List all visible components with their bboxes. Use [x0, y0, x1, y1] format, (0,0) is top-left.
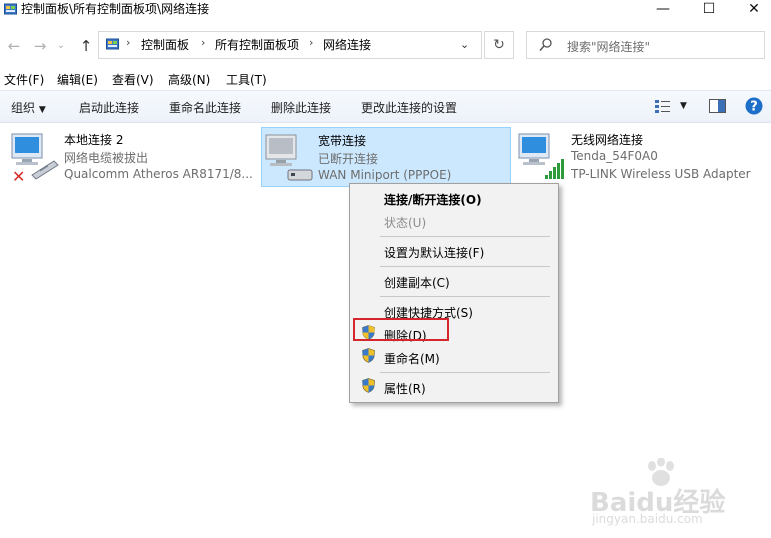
- breadcrumb-separator-icon[interactable]: ›: [309, 36, 313, 49]
- view-options-icon[interactable]: [655, 99, 671, 113]
- wired-network-icon: ✕: [11, 133, 59, 183]
- refresh-button[interactable]: ↻: [484, 31, 514, 59]
- up-arrow-icon[interactable]: ↑: [75, 35, 97, 57]
- menu-bar: 文件(F) 编辑(E) 查看(V) 高级(N) 工具(T): [0, 69, 771, 89]
- breadcrumb-all-items[interactable]: 所有控制面板项: [215, 38, 299, 52]
- organize-label: 组织: [11, 101, 36, 115]
- menu-edit[interactable]: 编辑(E): [57, 71, 98, 88]
- menu-advanced[interactable]: 高级(N): [168, 71, 210, 88]
- svg-text:✕: ✕: [12, 167, 25, 183]
- breadcrumb-separator-icon[interactable]: ›: [126, 36, 130, 49]
- connection-name: 宽带连接: [318, 134, 367, 148]
- search-icon: [539, 38, 552, 51]
- menu-separator: [380, 236, 550, 237]
- rename-connection-button[interactable]: 重命名此连接: [169, 99, 241, 116]
- view-dropdown-arrow-icon[interactable]: ▼: [680, 101, 687, 111]
- uac-shield-icon: [362, 348, 375, 363]
- change-connection-settings-button[interactable]: 更改此连接的设置: [361, 99, 457, 116]
- organize-button[interactable]: 组织 ▼: [11, 99, 46, 116]
- command-bar: 组织 ▼ 启动此连接 重命名此连接 删除此连接 更改此连接的设置 ▼ ?: [0, 90, 771, 123]
- menu-item-create-copy[interactable]: 创建副本(C): [384, 274, 450, 291]
- search-input[interactable]: 搜索"网络连接": [526, 31, 765, 59]
- context-menu: 连接/断开连接(O) 状态(U) 设置为默认连接(F) 创建副本(C) 创建快捷…: [349, 183, 559, 403]
- connection-name: 无线网络连接: [571, 133, 644, 147]
- search-placeholder: 搜索"网络连接": [567, 40, 651, 54]
- window-title: 控制面板\所有控制面板项\网络连接: [21, 2, 210, 16]
- recent-locations-chevron-icon[interactable]: ⌄: [54, 35, 68, 57]
- menu-tools[interactable]: 工具(T): [226, 71, 267, 88]
- menu-item-set-default[interactable]: 设置为默认连接(F): [384, 244, 484, 261]
- breadcrumb-control-panel[interactable]: 控制面板: [141, 38, 189, 52]
- svg-text:?: ?: [750, 100, 758, 115]
- control-panel-icon: [106, 38, 119, 50]
- address-box[interactable]: › 控制面板 › 所有控制面板项 › 网络连接: [98, 31, 482, 59]
- wireless-network-icon: [518, 133, 564, 179]
- menu-file[interactable]: 文件(F): [4, 71, 44, 88]
- dropdown-arrow-icon: ▼: [38, 105, 46, 115]
- menu-item-status[interactable]: 状态(U): [384, 214, 426, 231]
- watermark-url: jingyan.baidu.com: [592, 512, 703, 526]
- menu-item-properties[interactable]: 属性(R): [384, 380, 426, 397]
- maximize-button[interactable]: ☐: [686, 0, 732, 20]
- menu-view[interactable]: 查看(V): [112, 71, 154, 88]
- minimize-button[interactable]: —: [640, 0, 686, 20]
- connection-status: Tenda_54F0A0: [571, 149, 658, 163]
- control-panel-icon: [4, 3, 17, 15]
- help-icon[interactable]: ?: [745, 97, 763, 115]
- highlight-box: [353, 318, 449, 341]
- forward-arrow-icon[interactable]: →: [29, 35, 51, 57]
- connection-item-broadband[interactable]: 宽带连接 已断开连接 WAN Miniport (PPPOE): [261, 127, 511, 187]
- breadcrumb-separator-icon[interactable]: ›: [201, 36, 205, 49]
- connection-item-wireless[interactable]: 无线网络连接 Tenda_54F0A0 TP-LINK Wireless USB…: [515, 127, 767, 187]
- menu-separator: [380, 296, 550, 297]
- breadcrumb-network-connections[interactable]: 网络连接: [323, 38, 371, 52]
- menu-item-rename[interactable]: 重命名(M): [384, 350, 440, 367]
- menu-separator: [380, 372, 550, 373]
- refresh-icon: ↻: [493, 37, 505, 53]
- menu-item-connect-disconnect[interactable]: 连接/断开连接(O): [384, 191, 482, 208]
- delete-connection-button[interactable]: 删除此连接: [271, 99, 331, 116]
- start-connection-button[interactable]: 启动此连接: [79, 99, 139, 116]
- connection-status: 已断开连接: [318, 152, 379, 166]
- connection-device: TP-LINK Wireless USB Adapter: [571, 167, 751, 181]
- connection-device: Qualcomm Atheros AR8171/8...: [64, 167, 253, 181]
- connection-item-local[interactable]: ✕ 本地连接 2 网络电缆被拔出 Qualcomm Atheros AR8171…: [8, 127, 254, 187]
- preview-pane-icon[interactable]: [709, 99, 726, 113]
- connection-device: WAN Miniport (PPPOE): [318, 168, 452, 182]
- uac-shield-icon: [362, 378, 375, 393]
- address-dropdown-chevron-icon[interactable]: ⌄: [460, 38, 469, 51]
- connection-name: 本地连接 2: [64, 133, 124, 147]
- connection-status: 网络电缆被拔出: [64, 151, 149, 165]
- menu-separator: [380, 266, 550, 267]
- back-arrow-icon[interactable]: ←: [3, 35, 25, 57]
- baidu-jingyan-watermark: Baidu经验 jingyan.baidu.com: [590, 458, 750, 528]
- title-bar: 控制面板\所有控制面板项\网络连接 — ☐ ✕: [0, 0, 771, 30]
- broadband-modem-icon: [265, 134, 313, 181]
- close-button[interactable]: ✕: [731, 0, 771, 20]
